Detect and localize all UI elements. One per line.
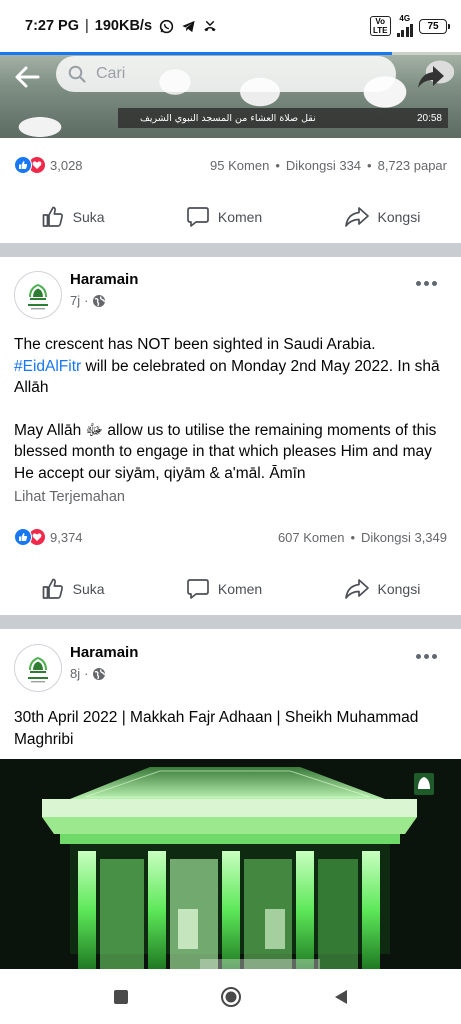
signal-icon xyxy=(396,23,413,37)
post1-shares[interactable]: Dikongsi 334 xyxy=(286,158,361,173)
more-icon xyxy=(415,653,421,659)
post2-body: The crescent has NOT been sighted in Sau… xyxy=(14,334,449,505)
home-icon xyxy=(220,986,241,1007)
network-speed: 190KB/s xyxy=(94,18,153,34)
whatsapp-icon xyxy=(158,18,174,34)
back-icon xyxy=(334,989,347,1004)
battery-icon: 75 xyxy=(419,18,450,34)
post2-more-button[interactable] xyxy=(411,273,441,293)
share-video-button[interactable] xyxy=(415,62,447,92)
haramain-avatar[interactable] xyxy=(14,271,62,319)
post3-header: Haramain 8j · xyxy=(0,640,461,710)
status-time: 7:27 PG xyxy=(25,18,79,34)
post3-time[interactable]: 8j xyxy=(70,666,80,681)
reaction-icons xyxy=(14,156,46,174)
post2-meta: 7j · xyxy=(70,293,106,308)
post1-comment-button[interactable]: Komen xyxy=(176,199,272,235)
clock-tower-image xyxy=(0,759,461,969)
post1-comments[interactable]: 95 Komen xyxy=(210,158,269,173)
post2-comment-button[interactable]: Komen xyxy=(176,571,272,607)
comment-label: Komen xyxy=(217,581,263,597)
missed-call-icon xyxy=(202,18,218,34)
share-label: Kongsi xyxy=(377,209,421,225)
like-icon xyxy=(42,206,63,227)
volte-badge: Vo LTE xyxy=(369,16,391,36)
feed-divider xyxy=(0,243,461,257)
post3-more-button[interactable] xyxy=(411,646,441,666)
post2-text-line1: The crescent has NOT been sighted in Sau… xyxy=(14,336,376,353)
video-caption: نقل صلاة العشاء من المسجد النبوي الشريف … xyxy=(118,108,448,128)
share-label: Kongsi xyxy=(377,581,421,597)
android-nav-bar xyxy=(0,969,461,1024)
post1-share-button[interactable]: Kongsi xyxy=(334,199,431,235)
haramain-logo-icon xyxy=(28,657,48,683)
like-icon xyxy=(42,578,63,599)
like-reaction-icon xyxy=(14,156,32,174)
post3-text: 30th April 2022 | Makkah Fajr Adhaan | S… xyxy=(14,709,419,748)
post2-comments[interactable]: 607 Komen xyxy=(278,530,345,545)
comment-icon xyxy=(187,579,209,599)
post1-like-button[interactable]: Suka xyxy=(31,199,115,235)
post3-meta: 8j · xyxy=(70,666,106,681)
status-bar: 7:27 PG | 190KB/s Vo LTE 4G 75 xyxy=(0,0,461,52)
globe-icon xyxy=(93,294,106,307)
post1-reactions-row[interactable]: 3,028 95 Komen • Dikongsi 334 • 8,723 pa… xyxy=(14,154,447,176)
post2-paragraph2: May Allāh ﷻ allow us to utilise the rema… xyxy=(14,421,437,482)
status-right: Vo LTE 4G 75 xyxy=(369,15,450,37)
comment-label: Komen xyxy=(217,209,263,225)
haramain-avatar[interactable] xyxy=(14,644,62,692)
video-progress-bar[interactable] xyxy=(0,52,461,55)
feed-divider xyxy=(0,615,461,629)
like-label: Suka xyxy=(72,209,105,225)
video-progress-fill xyxy=(0,52,392,55)
post2-reaction-count: 9,374 xyxy=(50,529,83,545)
post1-engagement: 95 Komen • Dikongsi 334 • 8,723 papar xyxy=(210,157,447,173)
recent-apps-button[interactable] xyxy=(101,977,141,1017)
like-label: Suka xyxy=(72,581,105,597)
post1-reaction-count: 3,028 xyxy=(50,157,83,173)
hashtag-link[interactable]: #EidAlFitr xyxy=(14,358,81,375)
post2-shares[interactable]: Dikongsi 3,349 xyxy=(361,530,447,545)
see-translation-link[interactable]: Lihat Terjemahan xyxy=(14,489,125,505)
battery-level: 75 xyxy=(427,20,439,32)
post2-time[interactable]: 7j xyxy=(70,293,80,308)
back-nav-button[interactable] xyxy=(321,977,361,1017)
post1-actions: Suka Komen Kongsi xyxy=(0,195,461,239)
telegram-icon xyxy=(180,18,196,34)
channel-logo-icon xyxy=(414,773,434,795)
like-reaction-icon xyxy=(14,528,32,546)
post2-paragraph1: The crescent has NOT been sighted in Sau… xyxy=(14,334,449,399)
back-arrow-icon xyxy=(15,66,40,88)
network-type: 4G xyxy=(396,15,413,37)
back-button[interactable] xyxy=(10,60,44,94)
share-arrow-icon xyxy=(418,66,444,88)
post2-share-button[interactable]: Kongsi xyxy=(334,571,431,607)
status-left: 7:27 PG | 190KB/s xyxy=(25,18,218,34)
haramain-logo-icon xyxy=(28,284,48,310)
post2-engagement: 607 Komen • Dikongsi 3,349 xyxy=(277,529,447,545)
recent-apps-icon xyxy=(113,989,128,1004)
home-button[interactable] xyxy=(211,977,251,1017)
post3-page-name[interactable]: Haramain xyxy=(70,644,138,661)
top-video-player[interactable]: Cari نقل صلاة العشاء من المسجد النبوي ال… xyxy=(0,52,461,138)
video-caption-text: نقل صلاة العشاء من المسجد النبوي الشريف xyxy=(140,112,316,124)
video-timestamp: 20:58 xyxy=(416,112,442,124)
post2-reactions-row[interactable]: 9,374 607 Komen • Dikongsi 3,349 xyxy=(14,526,447,548)
more-icon xyxy=(415,280,421,286)
comment-icon xyxy=(187,207,209,227)
search-icon xyxy=(68,65,86,83)
post3-video[interactable] xyxy=(0,759,461,969)
post2-like-button[interactable]: Suka xyxy=(31,571,115,607)
status-separator: | xyxy=(85,18,89,34)
post2-actions: Suka Komen Kongsi xyxy=(0,567,461,611)
reaction-icons xyxy=(14,528,46,546)
post1-views: 8,723 papar xyxy=(377,157,447,173)
share-icon xyxy=(344,579,369,599)
search-input[interactable]: Cari xyxy=(56,56,396,92)
search-placeholder: Cari xyxy=(96,65,126,82)
post2-header: Haramain 7j · xyxy=(0,267,461,337)
share-icon xyxy=(344,207,369,227)
post2-page-name[interactable]: Haramain xyxy=(70,271,138,288)
globe-icon xyxy=(93,667,106,680)
